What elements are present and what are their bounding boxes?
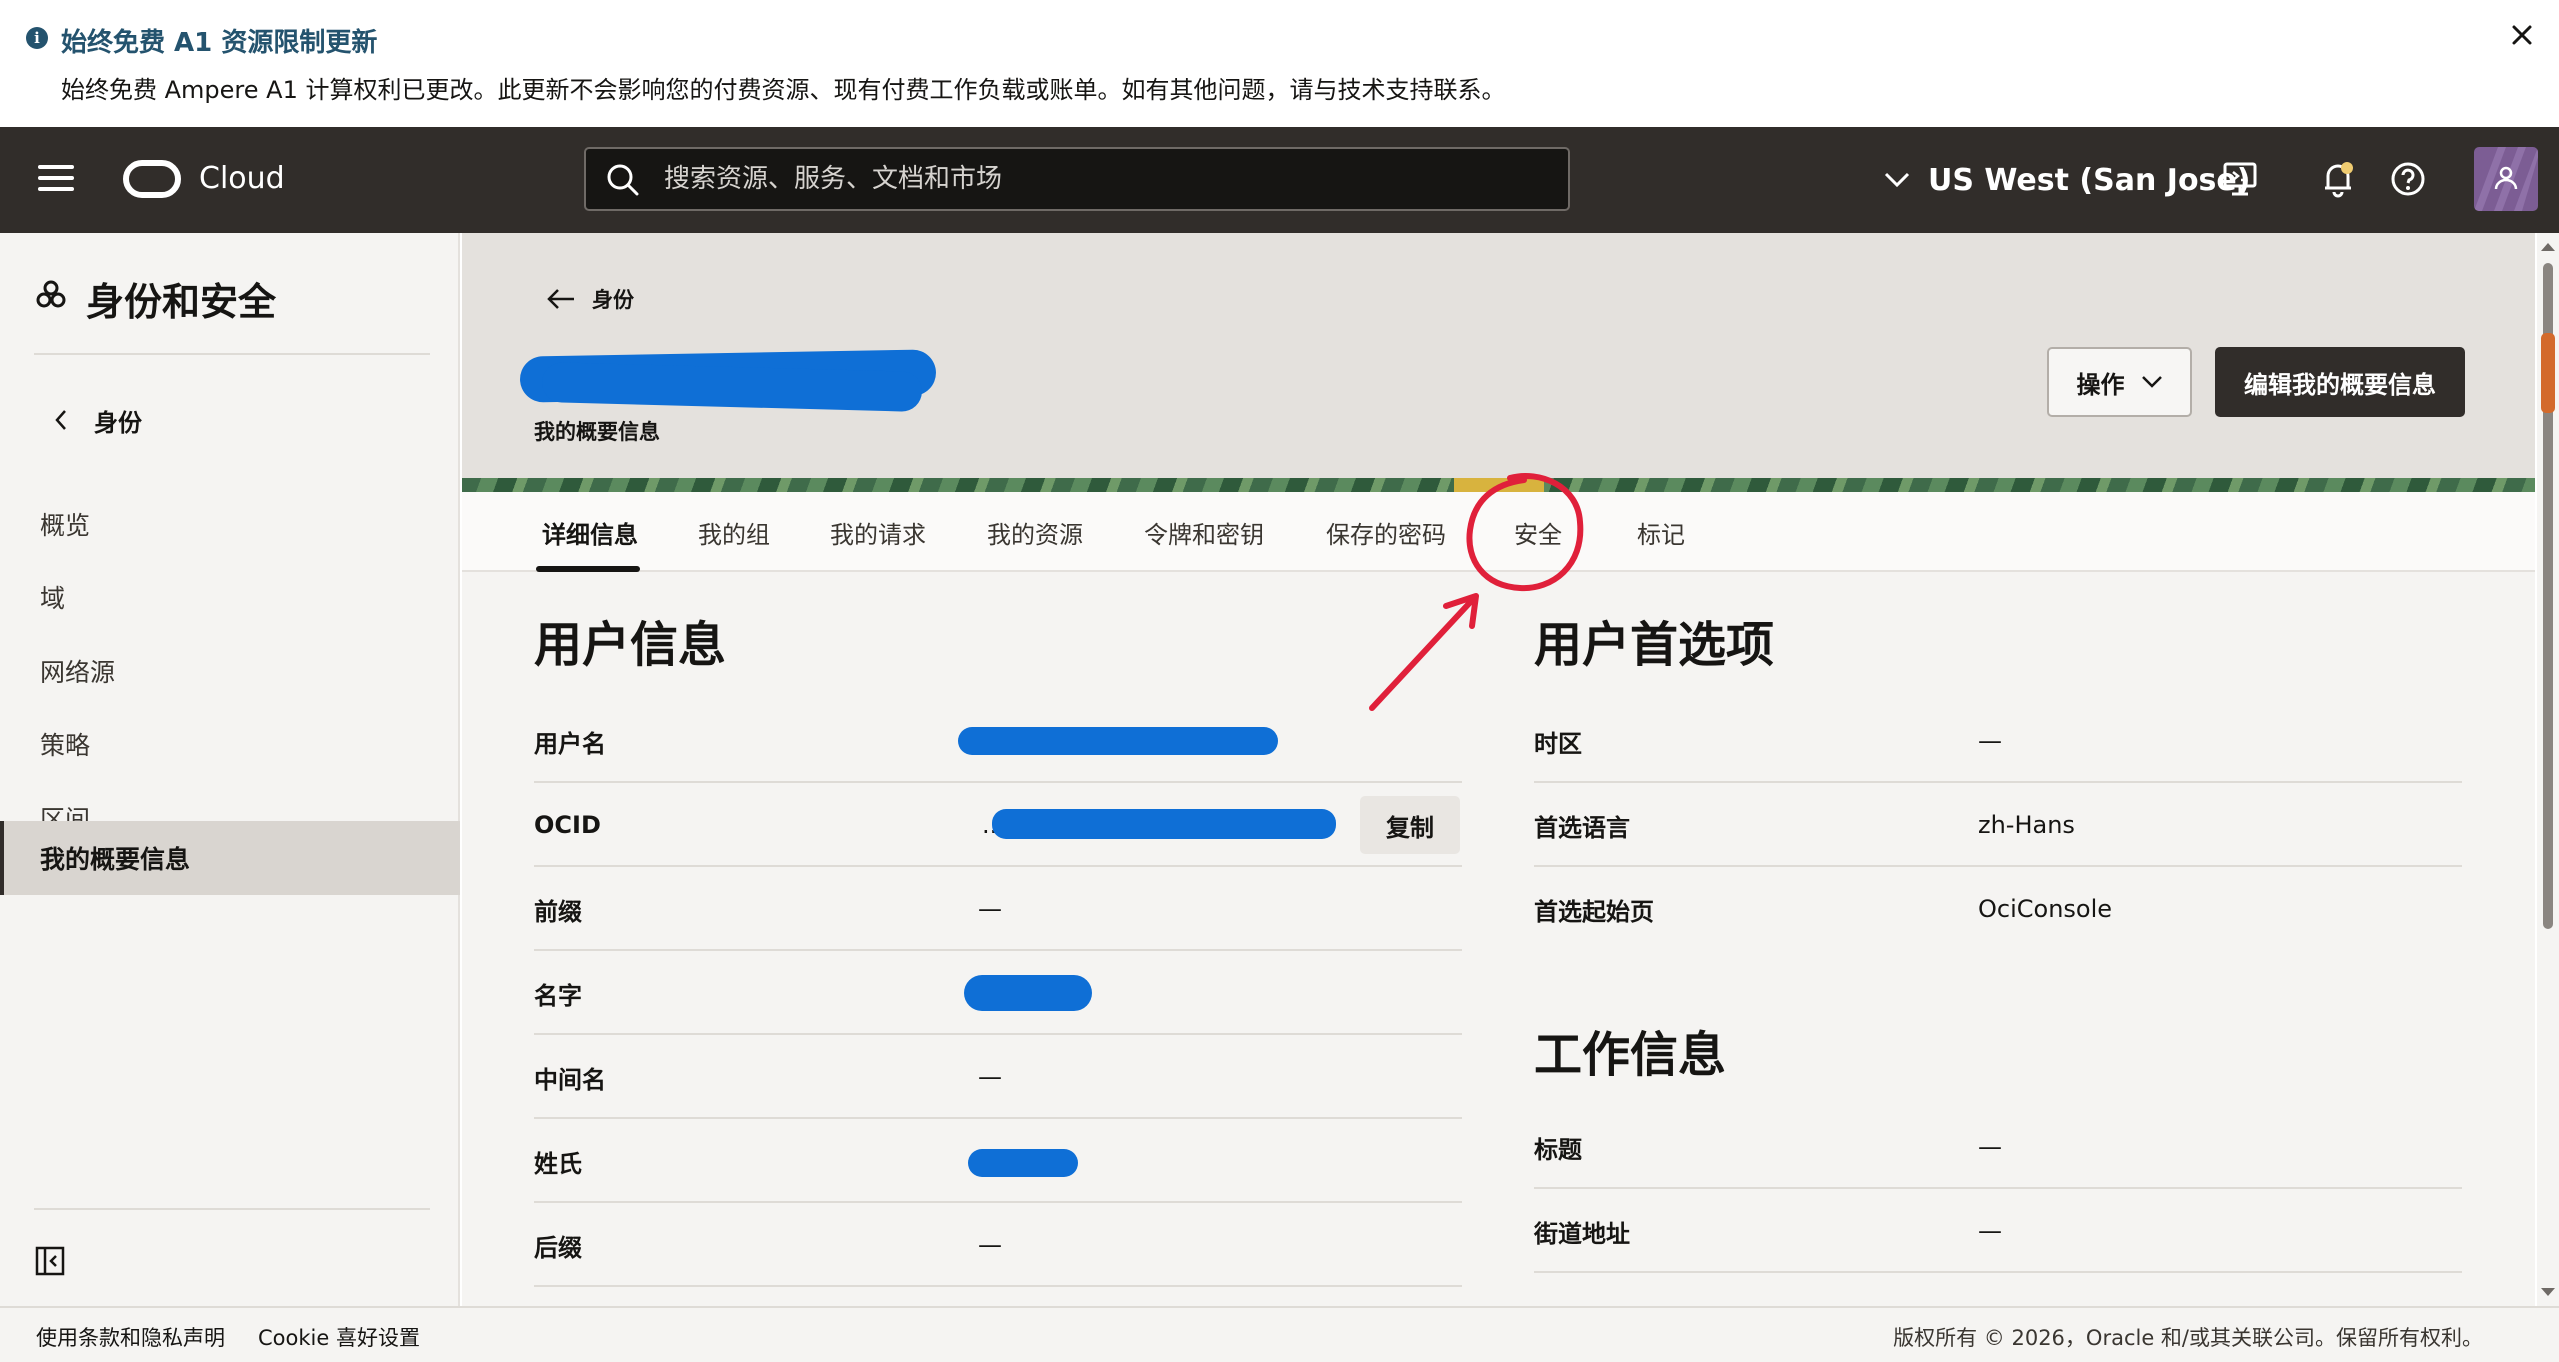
tab-details[interactable]: 详细信息 (542, 492, 638, 572)
sidebar-item-overview[interactable]: 概览 (0, 488, 460, 560)
sidebar-item-domains[interactable]: 域 (0, 561, 460, 633)
tab-tokens-and-keys[interactable]: 令牌和密钥 (1144, 492, 1264, 572)
page-scrollbar[interactable] (2537, 233, 2559, 1306)
scroll-down-icon[interactable] (2537, 1282, 2559, 1302)
redacted-value (958, 727, 1278, 755)
chevron-down-icon (2141, 376, 2162, 388)
sidebar-item-policies[interactable]: 策略 (0, 708, 460, 780)
tab-my-requests[interactable]: 我的请求 (830, 492, 926, 572)
user-preferences-title: 用户首选项 (1534, 617, 1775, 673)
edit-profile-button[interactable]: 编辑我的概要信息 (2215, 347, 2465, 417)
banner-text: 始终免费 Ampere A1 计算权利已更改。此更新不会影响您的付费资源、现有付… (61, 76, 1506, 104)
user-info-title: 用户信息 (534, 617, 727, 673)
sidebar-title: 身份和安全 (86, 280, 277, 324)
work-info-row-title: 标题 — (1534, 1105, 2462, 1189)
region-label: US West (San Jose) (1928, 162, 2251, 198)
search-box[interactable] (584, 147, 1570, 211)
sidebar-bottom-divider (34, 1208, 430, 1210)
scroll-up-icon[interactable] (2537, 237, 2559, 257)
redacted-user-name-stroke (541, 362, 923, 412)
user-info-row-middle-name: 中间名 — (534, 1035, 1462, 1119)
menu-icon[interactable] (38, 165, 74, 195)
scroll-position-marker (2541, 333, 2555, 413)
page-subtitle: 我的概要信息 (534, 420, 660, 444)
close-icon[interactable] (2505, 18, 2539, 52)
help-icon[interactable] (2386, 157, 2430, 201)
tab-saved-passwords[interactable]: 保存的密码 (1326, 492, 1446, 572)
user-info-row-username: 用户名 (534, 699, 1462, 783)
chevron-down-icon (1884, 172, 1910, 188)
actions-menu-button[interactable]: 操作 (2047, 347, 2192, 417)
preferences-row-timezone: 时区 — (1534, 699, 2462, 783)
arrow-left-icon (547, 289, 574, 309)
preferences-row-language: 首选语言 zh-Hans (1534, 783, 2462, 867)
user-info-row-first-name: 名字 (534, 951, 1462, 1035)
oracle-logo-icon[interactable] (123, 160, 181, 198)
breadcrumb-label: 身份 (592, 288, 634, 312)
search-input[interactable] (664, 159, 1544, 199)
work-info-row-street-address: 街道地址 — (1534, 1189, 2462, 1273)
sidebar-back-link[interactable]: 身份 (54, 400, 142, 440)
banner-title: 始终免费 A1 资源限制更新 (61, 28, 378, 58)
user-info-row-prefix: 前缀 — (534, 867, 1462, 951)
tab-security[interactable]: 安全 (1514, 492, 1562, 572)
top-header: Cloud US West (San Jose) (0, 127, 2559, 233)
user-info-row-last-name: 姓氏 (534, 1119, 1462, 1203)
redacted-value (968, 1149, 1078, 1177)
sidebar-item-network-sources[interactable]: 网络源 (0, 635, 460, 707)
breadcrumb[interactable]: 身份 (546, 282, 634, 316)
identity-icon (36, 280, 66, 308)
decorative-pattern-accent (1454, 478, 1544, 492)
collapse-sidebar-icon[interactable] (34, 1245, 66, 1277)
actions-label: 操作 (2076, 370, 2125, 399)
profile-tabs: 详细信息 我的组 我的请求 我的资源 令牌和密钥 保存的密码 安全 标记 (462, 492, 2535, 572)
preferences-row-start-page: 首选起始页 OciConsole (1534, 895, 2113, 926)
profile-hero: 身份 我的概要信息 操作 编辑我的概要信息 (462, 233, 2535, 478)
copyright-text: 版权所有 © 2026，Oracle 和/或其关联公司。保留所有权利。 (1893, 1326, 2483, 1350)
user-avatar[interactable] (2474, 147, 2538, 211)
user-info-row-suffix: 后缀 — (534, 1203, 1462, 1287)
sidebar-back-label: 身份 (94, 408, 142, 437)
search-icon (607, 164, 639, 196)
tab-my-resources[interactable]: 我的资源 (987, 492, 1083, 572)
chevron-left-icon (55, 410, 66, 430)
redacted-value (992, 809, 1336, 839)
brand-label[interactable]: Cloud (199, 161, 285, 196)
main-content: 身份 我的概要信息 操作 编辑我的概要信息 详细信息 我的组 我的请求 我的资源… (462, 233, 2535, 1306)
sidebar: 身份和安全 身份 概览 域 网络源 策略 区间 我的概要信息 (0, 233, 460, 1306)
tab-tags[interactable]: 标记 (1637, 492, 1685, 572)
tab-my-groups[interactable]: 我的组 (698, 492, 770, 572)
copy-ocid-button[interactable]: 复制 (1360, 796, 1460, 854)
region-selector[interactable]: US West (San Jose) (1884, 157, 2250, 203)
cookie-preferences-link[interactable]: Cookie 喜好设置 (258, 1322, 420, 1352)
developer-tools-icon[interactable] (2218, 157, 2262, 201)
terms-privacy-link[interactable]: 使用条款和隐私声明 (36, 1322, 225, 1352)
sidebar-item-my-profile[interactable]: 我的概要信息 (0, 821, 460, 895)
page-footer: 使用条款和隐私声明 Cookie 喜好设置 版权所有 © 2026，Oracle… (0, 1306, 2559, 1362)
bell-icon[interactable] (2316, 157, 2360, 201)
announcement-banner: i 始终免费 A1 资源限制更新 始终免费 Ampere A1 计算权利已更改。… (0, 0, 2559, 126)
work-info-title: 工作信息 (1534, 1027, 1727, 1083)
sidebar-divider (34, 353, 430, 355)
user-info-row-ocid: OCID .. 复制 (534, 783, 1462, 867)
active-tab-indicator (536, 566, 640, 572)
user-icon (2474, 147, 2538, 211)
redacted-value (964, 975, 1092, 1011)
info-icon: i (26, 27, 48, 49)
